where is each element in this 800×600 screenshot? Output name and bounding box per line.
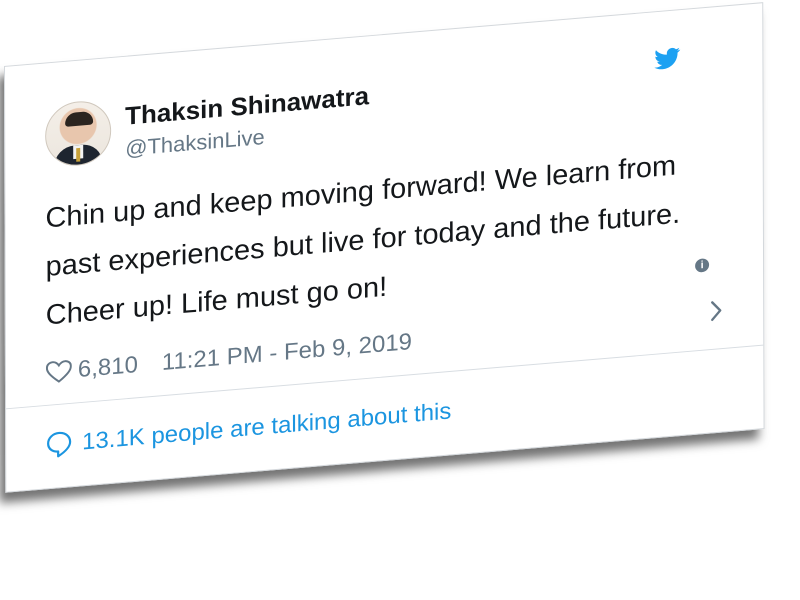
info-icon[interactable]: i — [695, 258, 710, 273]
tweet-timestamp[interactable]: 11:21 PM - Feb 9, 2019 — [162, 329, 412, 377]
screenshot-stage: Thaksin Shinawatra @ThaksinLive Chin up … — [0, 0, 800, 600]
author-name[interactable]: Thaksin Shinawatra — [125, 81, 369, 132]
conversation-link[interactable]: 13.1K people are talking about this — [46, 398, 451, 459]
heart-icon[interactable] — [45, 359, 72, 384]
speech-bubble-icon — [47, 431, 72, 458]
twitter-bird-icon[interactable] — [654, 47, 681, 71]
avatar[interactable] — [45, 98, 112, 169]
like-count[interactable]: 6,810 — [78, 352, 138, 384]
talking-about-label[interactable]: 13.1K people are talking about this — [82, 398, 451, 456]
avatar-tie — [76, 147, 81, 162]
tweet-card[interactable]: Thaksin Shinawatra @ThaksinLive Chin up … — [4, 2, 765, 493]
chevron-right-icon[interactable] — [707, 297, 725, 324]
tweet-text: Chin up and keep moving forward! We lear… — [45, 150, 681, 332]
avatar-hair — [65, 110, 94, 127]
author-handle[interactable]: @ThaksinLive — [125, 125, 265, 162]
